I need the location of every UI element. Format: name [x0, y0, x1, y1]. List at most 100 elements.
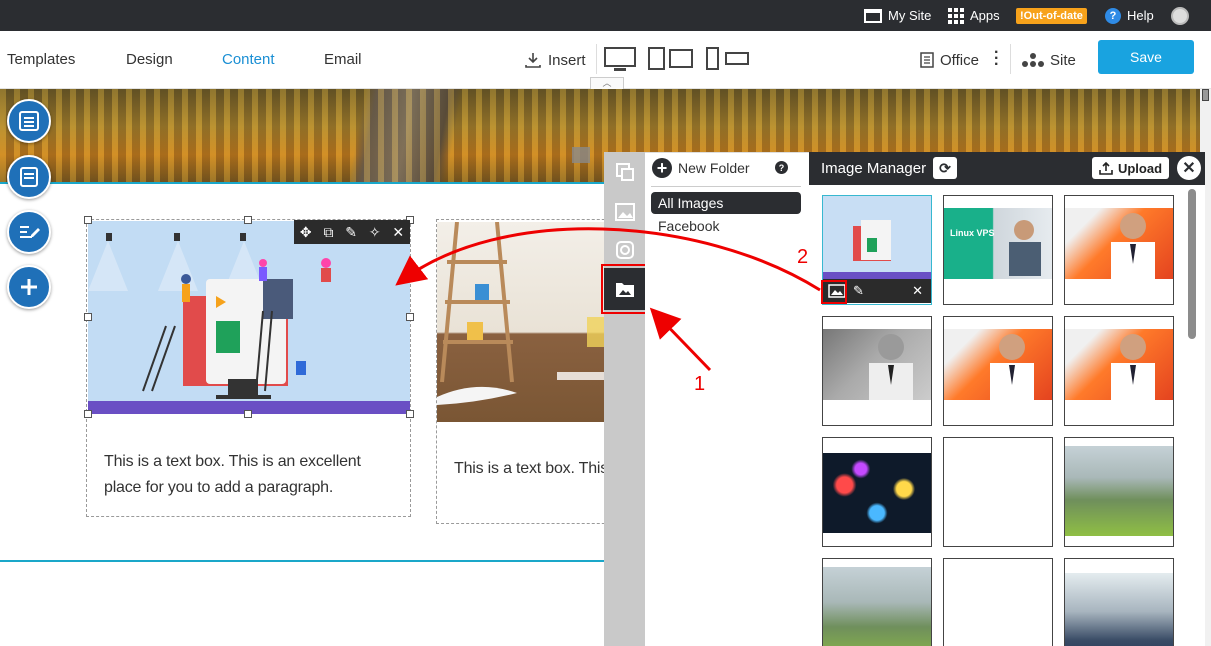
edit-tool-button[interactable]	[7, 210, 51, 254]
instagram-icon	[615, 241, 634, 259]
section-divider	[0, 560, 645, 562]
stickers-icon	[615, 163, 634, 181]
close-icon[interactable]: ✕	[1177, 156, 1201, 180]
page-icon	[20, 167, 38, 187]
out-of-date-label: !Out-of-date	[1016, 7, 1087, 24]
card-image[interactable]	[88, 221, 410, 414]
edit-icon[interactable]: ✎	[853, 283, 864, 299]
tab-templates[interactable]: Templates	[7, 51, 75, 68]
divider	[596, 44, 597, 74]
illustration-thumb	[823, 220, 931, 279]
resize-handle[interactable]	[406, 410, 414, 418]
image-thumbnail[interactable]	[1064, 558, 1174, 646]
resize-handle[interactable]	[84, 313, 92, 321]
sitemap-icon	[1022, 53, 1044, 67]
refresh-icon[interactable]: ⟳	[933, 157, 957, 179]
document-icon	[920, 52, 934, 68]
office-menu[interactable]: Office	[920, 31, 979, 89]
image-thumbnail-blank[interactable]	[943, 558, 1053, 646]
folder-all-images[interactable]: All Images	[651, 192, 801, 214]
more-vertical-icon[interactable]: · · ·	[994, 45, 999, 73]
copy-icon[interactable]: ⧉	[323, 224, 333, 241]
tab-content[interactable]: Content	[222, 51, 275, 68]
user-avatar[interactable]	[1171, 0, 1189, 31]
avatar-icon	[1171, 6, 1189, 25]
insert-label: Insert	[548, 51, 586, 69]
illustration-image	[88, 233, 410, 414]
plus-circle-icon: +	[652, 158, 672, 178]
drag-handle[interactable]	[572, 147, 590, 163]
image-thumbnail[interactable]: Linux VPS	[943, 195, 1053, 305]
out-of-date-badge[interactable]: !Out-of-date	[1016, 0, 1087, 31]
section-divider	[0, 182, 645, 184]
move-icon[interactable]: ✥	[300, 224, 312, 241]
resize-handle[interactable]	[84, 410, 92, 418]
image-grid-scrollbar[interactable]	[1186, 185, 1198, 646]
collapse-toggle[interactable]: ︿	[590, 77, 624, 89]
my-site-link[interactable]: My Site	[864, 0, 931, 31]
divider	[1010, 44, 1011, 74]
new-folder-button[interactable]: + New Folder	[652, 158, 750, 178]
site-menu[interactable]: Site	[1022, 31, 1076, 89]
download-icon	[525, 53, 541, 68]
image-grid: ✎ ✕ Linux VPS	[809, 185, 1205, 646]
resize-handle[interactable]	[244, 216, 252, 224]
tab-email[interactable]: Email	[324, 51, 362, 68]
thumb-caption: Linux VPS	[950, 228, 995, 238]
site-label: Site	[1050, 51, 1076, 69]
sticker-source-tab[interactable]	[604, 152, 645, 192]
image-toolbar: ✥ ⧉ ✎ ✧ ✕	[294, 220, 410, 244]
help-label: Help	[1127, 8, 1154, 23]
image-thumbnail[interactable]	[1064, 195, 1174, 305]
pencil-icon[interactable]: ✎	[345, 224, 357, 241]
card-paragraph[interactable]: This is a text box. This is an excellent…	[104, 449, 394, 501]
magic-wand-icon[interactable]: ✧	[369, 224, 381, 241]
mobile-view-icon[interactable]	[706, 47, 750, 71]
insert-button[interactable]: Insert	[524, 31, 586, 89]
edit-lines-icon	[20, 226, 40, 238]
page-tool-button[interactable]	[7, 155, 51, 199]
resize-handle[interactable]	[84, 216, 92, 224]
close-icon[interactable]: ✕	[392, 224, 404, 241]
image-thumbnail[interactable]	[822, 316, 932, 426]
folder-panel: + New Folder ? All Images Facebook	[645, 152, 809, 646]
image-thumbnail[interactable]	[1064, 437, 1174, 547]
media-source-strip	[604, 152, 645, 646]
layout-tool-button[interactable]	[7, 99, 51, 143]
stock-photos-tab[interactable]	[604, 192, 645, 232]
image-thumbnail[interactable]	[1064, 316, 1174, 426]
delete-icon[interactable]: ✕	[912, 283, 923, 299]
help-icon[interactable]: ?	[775, 161, 788, 174]
apps-label: Apps	[970, 8, 1000, 23]
list-layout-icon	[19, 111, 39, 131]
main-nav: Templates Design Content Email Insert ︿ …	[0, 31, 1211, 89]
image-thumbnail-blank[interactable]	[943, 437, 1053, 547]
image-thumbnail[interactable]	[822, 437, 932, 547]
image-thumbnail[interactable]	[943, 316, 1053, 426]
image-icon	[614, 203, 635, 221]
grid-icon	[948, 7, 964, 24]
folder-facebook[interactable]: Facebook	[651, 215, 801, 237]
help-link[interactable]: ? Help	[1105, 0, 1154, 31]
divider	[651, 186, 801, 187]
help-icon: ?	[1105, 7, 1121, 24]
image-thumbnail[interactable]	[822, 558, 932, 646]
image-manager-header: Image Manager ⟳ Upload ✕	[809, 152, 1205, 185]
desktop-view-icon[interactable]	[604, 47, 636, 73]
add-element-button[interactable]	[7, 265, 51, 309]
upload-label: Upload	[1117, 160, 1163, 176]
plus-icon	[21, 279, 37, 295]
image-manager-title: Image Manager	[821, 160, 927, 177]
apps-link[interactable]: Apps	[948, 0, 1000, 31]
my-site-label: My Site	[888, 8, 932, 23]
browser-window-icon	[864, 8, 882, 23]
annotation-step-2: 2	[797, 246, 809, 268]
resize-handle[interactable]	[406, 313, 414, 321]
save-button[interactable]: Save	[1098, 40, 1194, 74]
resize-handle[interactable]	[244, 410, 252, 418]
tablet-view-icon[interactable]	[648, 47, 694, 71]
new-folder-label: New Folder	[678, 160, 750, 176]
annotation-step-1: 1	[694, 373, 706, 395]
upload-button[interactable]: Upload	[1092, 157, 1169, 179]
tab-design[interactable]: Design	[126, 51, 173, 68]
